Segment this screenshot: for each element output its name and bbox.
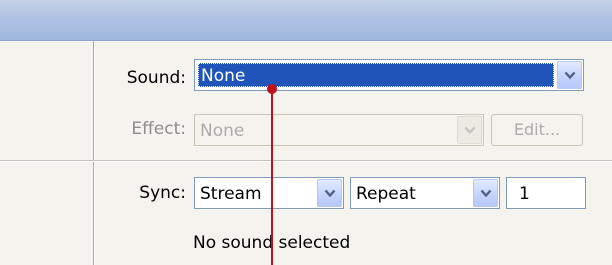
sync-mode-value: Stream (200, 184, 262, 204)
sync-mode-dropdown-button[interactable] (317, 179, 342, 207)
sync-loop-dropdown[interactable]: Repeat (350, 177, 500, 209)
panel-divider-highlight (94, 41, 95, 265)
effect-label: Effect: (131, 119, 186, 139)
sound-dropdown[interactable]: None (194, 59, 584, 91)
chevron-down-icon (324, 189, 335, 197)
repeat-count-value: 1 (519, 184, 530, 204)
annotation-arrow-head (267, 84, 277, 94)
sync-mode-dropdown[interactable]: Stream (194, 177, 344, 209)
chevron-down-icon (464, 126, 475, 134)
chevron-down-icon (480, 189, 491, 197)
selection-highlight (198, 63, 554, 87)
repeat-count-input[interactable]: 1 (506, 177, 586, 209)
sound-dropdown-button[interactable] (557, 61, 582, 89)
panel-title-bar (0, 0, 612, 41)
effect-dropdown-value: None (200, 121, 245, 141)
section-separator-highlight (0, 161, 612, 162)
sync-loop-value: Repeat (356, 184, 416, 204)
effect-dropdown-button[interactable] (457, 116, 482, 144)
effect-dropdown[interactable]: None (194, 114, 484, 146)
sync-loop-dropdown-button[interactable] (473, 179, 498, 207)
sound-label: Sound: (126, 68, 186, 88)
edit-effect-button[interactable]: Edit... (491, 114, 583, 146)
sound-dropdown-value: None (201, 66, 246, 86)
sync-label: Sync: (139, 183, 186, 203)
chevron-down-icon (564, 71, 575, 79)
annotation-arrow-line (271, 88, 273, 265)
